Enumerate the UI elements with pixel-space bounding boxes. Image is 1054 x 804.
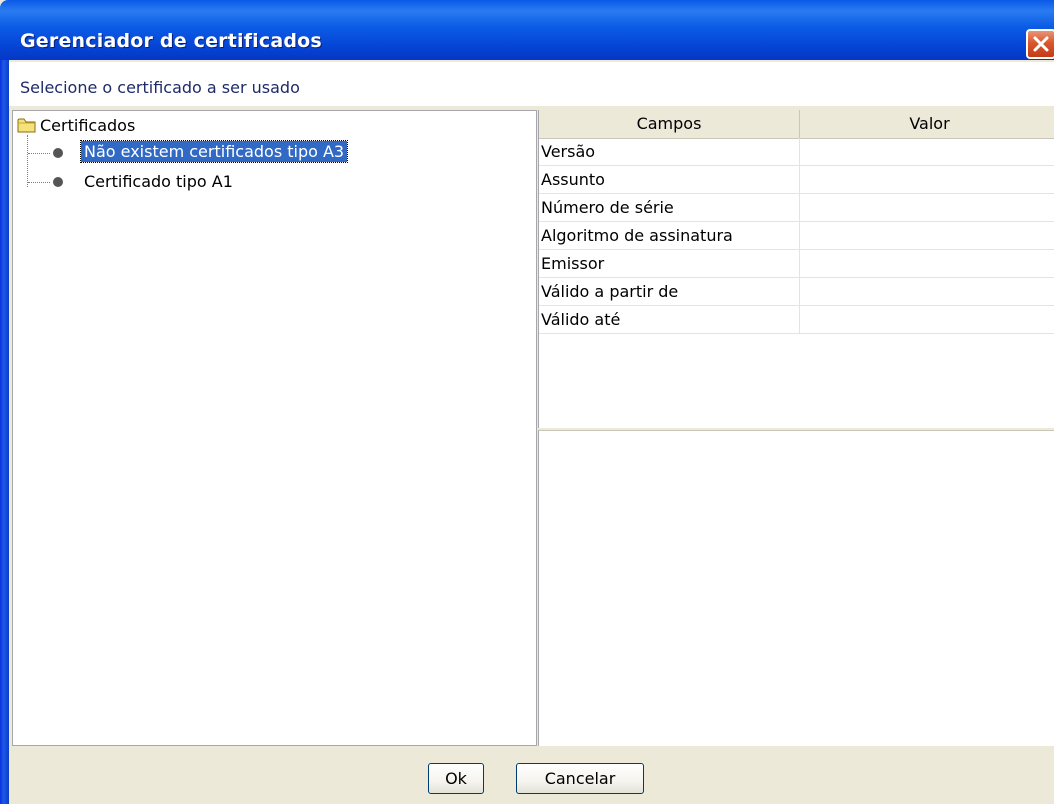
window-title: Gerenciador de certificados bbox=[20, 30, 322, 52]
table-row[interactable]: Válido a partir de bbox=[539, 278, 1054, 306]
column-header-campos[interactable]: Campos bbox=[539, 110, 800, 138]
field-cell: Versão bbox=[539, 138, 800, 166]
certificate-details-area bbox=[538, 430, 1054, 746]
table-row[interactable]: Algoritmo de assinatura bbox=[539, 222, 1054, 250]
table-row[interactable]: Número de série bbox=[539, 194, 1054, 222]
value-cell bbox=[800, 138, 1054, 166]
field-cell: Válido até bbox=[539, 306, 800, 334]
value-cell bbox=[800, 250, 1054, 278]
field-cell: Assunto bbox=[539, 166, 800, 194]
table-row[interactable]: Válido até bbox=[539, 306, 1054, 334]
field-cell: Algoritmo de assinatura bbox=[539, 222, 800, 250]
table-row[interactable]: Assunto bbox=[539, 166, 1054, 194]
instruction-text: Selecione o certificado a ser usado bbox=[20, 78, 300, 97]
window-left-border bbox=[0, 60, 9, 804]
cancel-button[interactable]: Cancelar bbox=[516, 763, 644, 794]
bullet-icon bbox=[53, 177, 63, 187]
dialog-content: Selecione o certificado a ser usado Cert… bbox=[9, 60, 1054, 804]
field-cell: Válido a partir de bbox=[539, 278, 800, 306]
close-button[interactable] bbox=[1026, 29, 1054, 59]
value-cell bbox=[800, 222, 1054, 250]
table-row[interactable]: Versão bbox=[539, 138, 1054, 166]
close-icon bbox=[1033, 36, 1049, 52]
bullet-icon bbox=[53, 148, 63, 158]
field-cell: Emissor bbox=[539, 250, 800, 278]
title-bar[interactable]: Gerenciador de certificados bbox=[0, 0, 1054, 60]
tree-item-a1[interactable]: Certificado tipo A1 bbox=[81, 171, 236, 192]
table-row[interactable]: Emissor bbox=[539, 250, 1054, 278]
folder-icon bbox=[17, 118, 36, 133]
field-cell: Número de série bbox=[539, 194, 800, 222]
value-cell bbox=[800, 278, 1054, 306]
value-cell bbox=[800, 194, 1054, 222]
tree-item-a3[interactable]: Não existem certificados tipo A3 bbox=[79, 140, 349, 163]
value-cell bbox=[800, 306, 1054, 334]
ok-button[interactable]: Ok bbox=[428, 763, 484, 794]
tree-root-certificados[interactable]: Certificados bbox=[17, 115, 135, 135]
table-header: Campos Valor bbox=[539, 110, 1054, 139]
instruction-strip: Selecione o certificado a ser usado bbox=[9, 62, 1054, 106]
certificate-tree[interactable]: Certificados Não existem certificados ti… bbox=[12, 110, 537, 746]
tree-connector-horizontal bbox=[28, 182, 50, 183]
details-table: Campos Valor Versão Assunto Número de sé… bbox=[538, 110, 1054, 428]
tree-connector-horizontal bbox=[28, 153, 50, 154]
details-panel: Campos Valor Versão Assunto Número de sé… bbox=[537, 110, 1054, 746]
tree-connector-vertical bbox=[27, 135, 28, 187]
value-cell bbox=[800, 166, 1054, 194]
column-header-valor[interactable]: Valor bbox=[800, 110, 1054, 138]
tree-root-label: Certificados bbox=[40, 115, 136, 135]
certificate-manager-window: Gerenciador de certificados Selecione o … bbox=[0, 0, 1054, 804]
